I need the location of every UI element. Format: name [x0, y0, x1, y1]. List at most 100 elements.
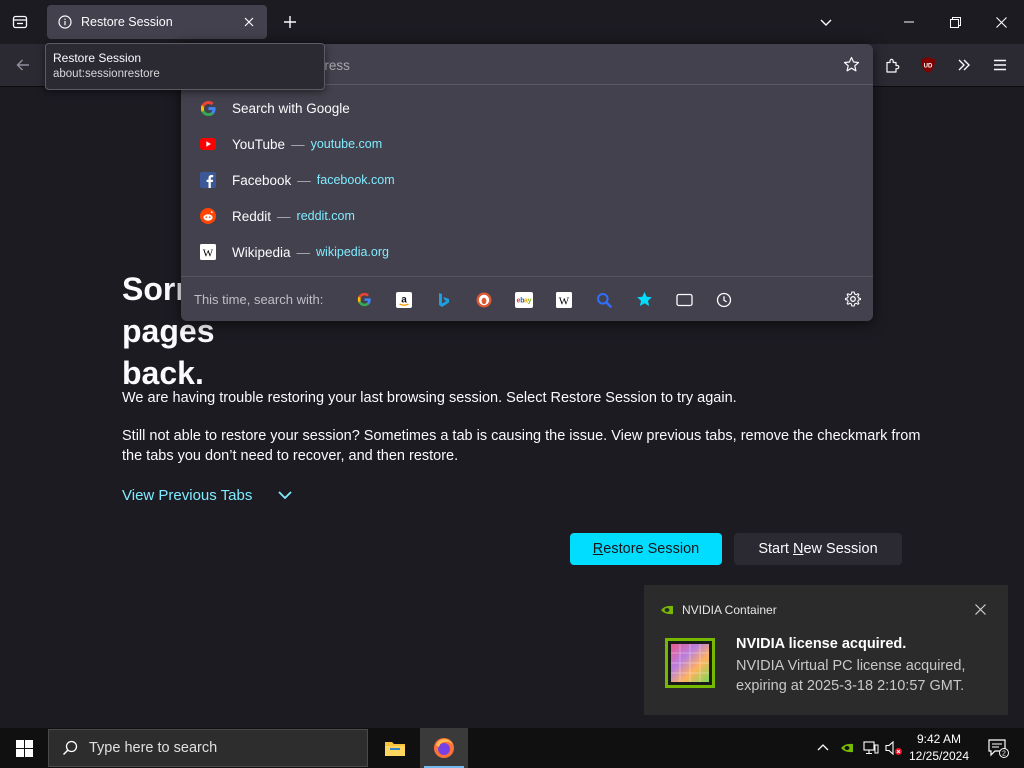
firefox-view-button[interactable] [6, 8, 34, 36]
tab-strip: Restore Session [0, 0, 1024, 44]
toast-close-button[interactable] [970, 599, 990, 619]
firefox-icon [434, 738, 454, 758]
engine-amazon-button[interactable]: a [384, 286, 424, 314]
youtube-icon [199, 135, 217, 153]
firefox-view-icon [12, 15, 28, 29]
suggestion-title: Search with Google [232, 100, 350, 116]
tab-tooltip: Restore Session about:sessionrestore [45, 43, 325, 90]
engine-ebay-button[interactable]: ebay [504, 286, 544, 314]
page-title-line2: back. [122, 355, 204, 391]
view-previous-tabs-label[interactable]: View Previous Tabs [122, 487, 252, 504]
engine-tabs-button[interactable] [664, 286, 704, 314]
suggestion-title: Facebook [232, 172, 292, 188]
gear-icon [845, 291, 861, 307]
suggestion-title: Reddit [232, 208, 272, 224]
engine-bookmarks-button[interactable] [624, 286, 664, 314]
folder-icon [385, 742, 405, 756]
star-icon [843, 56, 859, 71]
search-settings-button[interactable] [839, 285, 867, 313]
start-button[interactable] [0, 728, 48, 768]
one-off-search-bar: This time, search with: a ebay W [181, 276, 873, 322]
ebay-icon: ebay [515, 291, 533, 308]
suggestion-search-google[interactable]: Search with Google [181, 90, 873, 126]
engine-duckduckgo-button[interactable] [464, 286, 504, 314]
separator-dash: — [296, 244, 311, 260]
error-help-text: Still not able to restore your session? … [122, 428, 921, 464]
suggestion-facebook[interactable]: Facebook — facebook.com [181, 162, 873, 198]
taskbar-search-box[interactable]: Type here to search [48, 729, 368, 767]
tooltip-url: about:sessionrestore [53, 68, 160, 80]
taskbar-firefox[interactable] [420, 728, 468, 768]
toast-body: NVIDIA Virtual PC license acquired, expi… [736, 658, 966, 694]
tray-nvidia[interactable] [838, 728, 856, 768]
notification-count: 2 [1002, 751, 1006, 758]
engine-search-button[interactable] [584, 286, 624, 314]
chevron-double-right-icon [958, 59, 970, 71]
engine-history-button[interactable] [704, 286, 744, 314]
duckduckgo-icon [476, 292, 492, 307]
toast-title: NVIDIA license acquired. [736, 636, 907, 652]
suggestions-list: Search with Google YouTube — youtube.com… [181, 90, 873, 270]
system-clock[interactable]: 9:42 AM 12/25/2024 [904, 731, 974, 765]
taskbar-search-placeholder: Type here to search [89, 740, 218, 756]
svg-text:W: W [203, 247, 214, 259]
tab-close-button[interactable] [235, 8, 263, 36]
minimize-icon [904, 21, 914, 23]
windows-logo-icon [15, 739, 33, 757]
new-tab-button[interactable] [276, 8, 304, 36]
svg-text:W: W [559, 295, 570, 307]
separator-dash: — [291, 136, 305, 152]
tab-restore-session[interactable]: Restore Session [47, 5, 267, 39]
chevron-down-icon[interactable] [276, 486, 294, 504]
notification-toast[interactable]: NVIDIA Container NVIDIA license acquired… [644, 585, 1008, 715]
minimize-button[interactable] [886, 0, 932, 44]
engine-bing-button[interactable] [424, 286, 464, 314]
close-icon [244, 17, 254, 27]
suggestion-youtube[interactable]: YouTube — youtube.com [181, 126, 873, 162]
restore-session-button[interactable]: Restore Session [570, 533, 722, 565]
tabs-icon [675, 293, 693, 306]
engine-wikipedia-button[interactable]: W [544, 286, 584, 314]
restore-window-button[interactable] [932, 0, 978, 44]
tooltip-title: Restore Session [53, 51, 142, 65]
taskbar-file-explorer[interactable] [371, 728, 419, 768]
google-icon [357, 292, 371, 307]
one-off-label: This time, search with: [194, 292, 324, 307]
more-tools-button[interactable] [949, 50, 979, 80]
hamburger-menu-icon [994, 59, 1006, 71]
start-new-session-button[interactable]: Start New Session [734, 533, 902, 565]
history-icon [716, 292, 732, 307]
tray-volume-muted[interactable] [884, 728, 904, 768]
action-center-button[interactable]: 2 [978, 728, 1018, 768]
close-icon [995, 16, 1007, 28]
close-icon [974, 603, 986, 615]
puzzle-icon [885, 58, 899, 73]
suggestion-wikipedia[interactable]: W Wikipedia — wikipedia.org [181, 234, 873, 270]
bookmark-star-button[interactable] [837, 50, 865, 78]
engine-google-button[interactable] [344, 286, 384, 314]
gpu-chip-icon [665, 638, 715, 688]
taskbar: Type here to search 9:42 AM 12/25/2024 2 [0, 728, 1024, 768]
ublock-origin-button[interactable]: UD [913, 50, 943, 80]
suggestion-title: YouTube [232, 136, 286, 152]
svg-text:UD: UD [924, 64, 933, 70]
extensions-button[interactable] [877, 50, 907, 80]
view-previous-tabs-toggle[interactable]: View Previous Tabs [122, 486, 294, 504]
separator-dash: — [297, 172, 311, 188]
wikipedia-icon: W [556, 291, 572, 308]
suggestion-url: facebook.com [316, 173, 395, 187]
arrow-left-icon [16, 59, 29, 71]
suggestion-reddit[interactable]: Reddit — reddit.com [181, 198, 873, 234]
suggestion-title: Wikipedia [232, 244, 291, 260]
svg-text:y: y [528, 297, 532, 304]
tray-network[interactable] [862, 728, 880, 768]
close-window-button[interactable] [978, 0, 1024, 44]
suggestion-url: youtube.com [310, 137, 383, 151]
app-menu-button[interactable] [985, 50, 1015, 80]
list-all-tabs-button[interactable] [812, 8, 840, 36]
chevron-up-icon [817, 744, 829, 751]
back-button[interactable] [8, 50, 38, 80]
show-hidden-icons-button[interactable] [814, 728, 832, 768]
search-icon [597, 292, 612, 308]
star-icon [636, 292, 652, 306]
